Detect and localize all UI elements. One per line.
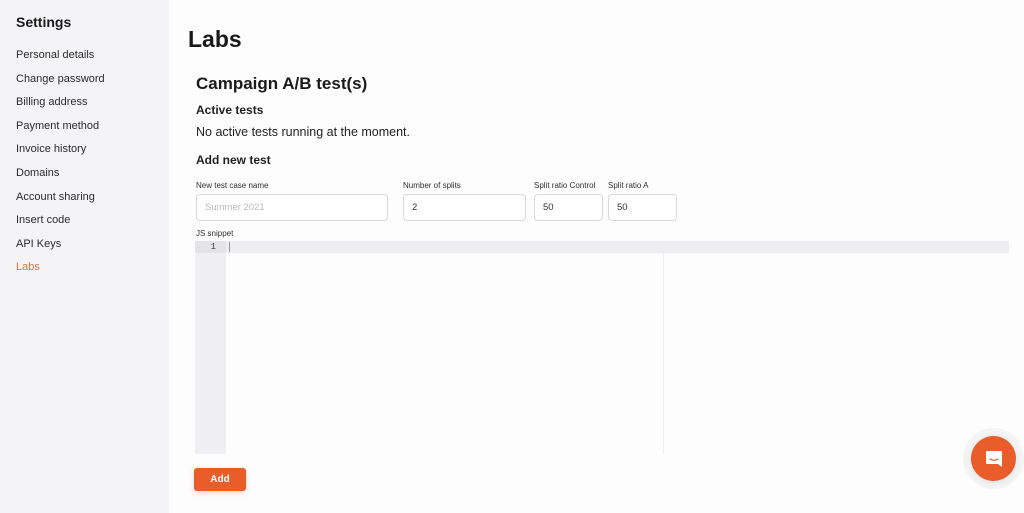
- sidebar-item-domains[interactable]: Domains: [16, 166, 105, 190]
- sidebar-title: Settings: [16, 14, 72, 30]
- editor-gutter: [195, 241, 226, 454]
- splits-label: Number of splits: [403, 181, 461, 190]
- text-cursor: [229, 242, 230, 252]
- js-snippet-editor[interactable]: 1: [195, 241, 1009, 454]
- test-name-input[interactable]: [196, 194, 388, 221]
- splits-input[interactable]: [403, 194, 526, 221]
- chat-launcher-button[interactable]: [971, 436, 1016, 481]
- sidebar-item-labs[interactable]: Labs: [16, 260, 105, 284]
- add-new-test-heading: Add new test: [196, 153, 271, 167]
- editor-active-line[interactable]: [226, 241, 1009, 253]
- sidebar-item-invoice-history[interactable]: Invoice history: [16, 142, 105, 166]
- main-content: Labs Campaign A/B test(s) Active tests N…: [169, 0, 1024, 513]
- sidebar-item-personal-details[interactable]: Personal details: [16, 48, 105, 72]
- active-tests-heading: Active tests: [196, 103, 264, 117]
- sidebar-item-api-keys[interactable]: API Keys: [16, 237, 105, 261]
- sidebar-item-account-sharing[interactable]: Account sharing: [16, 190, 105, 214]
- ratio-a-input[interactable]: [608, 194, 677, 221]
- section-title: Campaign A/B test(s): [196, 74, 368, 93]
- add-test-button[interactable]: Add: [194, 468, 246, 491]
- editor-print-margin: [663, 241, 664, 454]
- chat-bubble-icon: [985, 450, 1002, 467]
- test-name-label: New test case name: [196, 181, 269, 190]
- js-snippet-label: JS snippet: [196, 229, 234, 238]
- sidebar-item-change-password[interactable]: Change password: [16, 72, 105, 96]
- settings-nav: Personal details Change password Billing…: [16, 48, 105, 284]
- ratio-a-label: Split ratio A: [608, 181, 649, 190]
- page-title: Labs: [188, 26, 242, 52]
- active-tests-message: No active tests running at the moment.: [196, 125, 410, 139]
- ratio-control-label: Split ratio Control: [534, 181, 596, 190]
- sidebar-item-payment-method[interactable]: Payment method: [16, 119, 105, 143]
- line-number: 1: [195, 241, 226, 253]
- ratio-control-input[interactable]: [534, 194, 603, 221]
- sidebar-item-insert-code[interactable]: Insert code: [16, 213, 105, 237]
- sidebar-item-billing-address[interactable]: Billing address: [16, 95, 105, 119]
- settings-sidebar: Settings Personal details Change passwor…: [0, 0, 169, 513]
